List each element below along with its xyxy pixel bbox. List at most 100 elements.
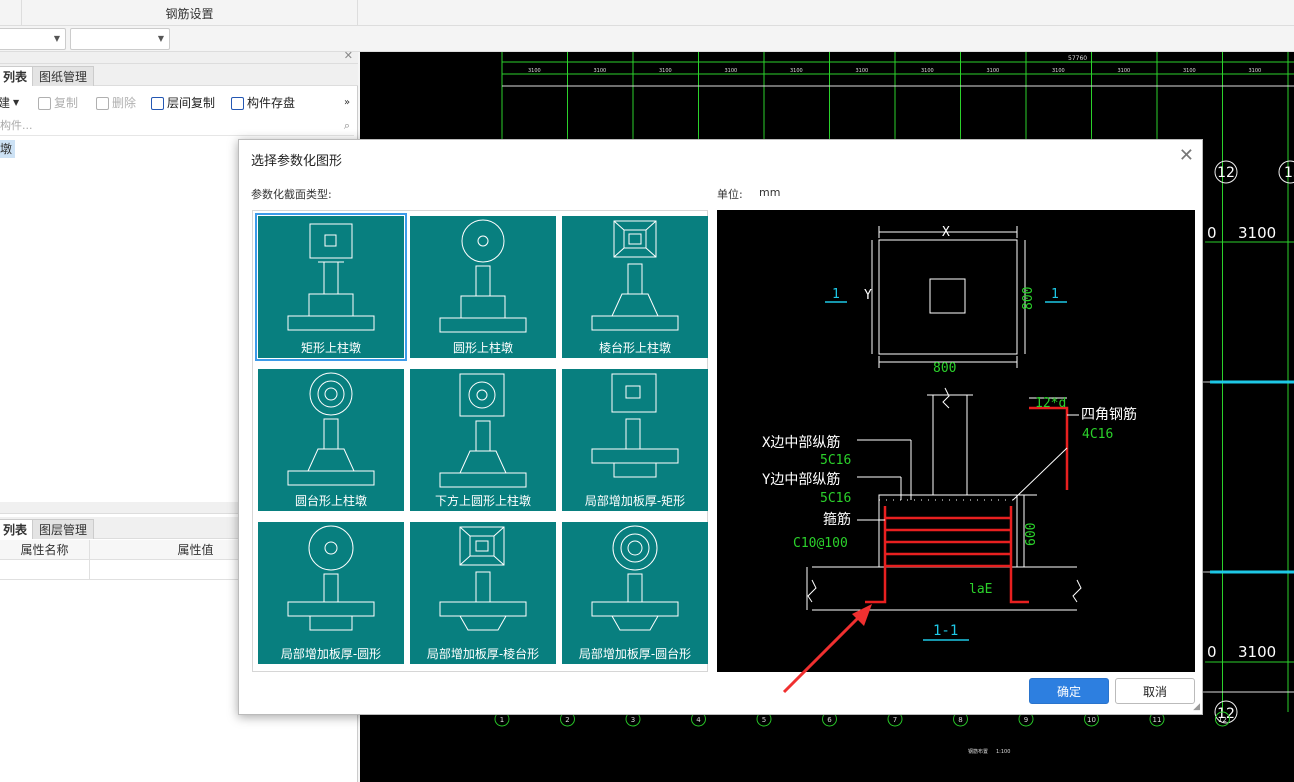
top-tabs: 列表 图纸管理 bbox=[0, 64, 358, 86]
resize-grip-icon[interactable]: ◢ bbox=[1193, 702, 1200, 712]
shape-square-circle-pier[interactable]: 下方上圆形上柱墩 bbox=[410, 369, 556, 511]
dim-segment: 3100 bbox=[659, 68, 672, 74]
y-mid-bar-spec: 5C16 bbox=[820, 491, 851, 506]
new-label: 建 bbox=[0, 96, 11, 110]
section-mark-right: 1 bbox=[1051, 287, 1059, 302]
axis-label: 7 bbox=[893, 716, 897, 724]
unit-label: 单位: bbox=[717, 188, 743, 201]
tab-blank[interactable] bbox=[0, 0, 22, 26]
floor-select[interactable]: ▼ bbox=[0, 28, 66, 50]
tree-item-column-pier[interactable]: 墩 bbox=[0, 140, 16, 158]
floor-copy-label: 层间复制 bbox=[167, 96, 216, 110]
axis-label: 1 bbox=[500, 716, 504, 724]
confirm-button[interactable]: 确定 bbox=[1029, 678, 1109, 704]
preview-drawing: X Y 800 800 1 1 12*d 四角钢筋 4C16 X边中部纵筋 5C… bbox=[762, 225, 1137, 641]
tab-rebar-settings-label: 钢筋设置 bbox=[165, 7, 214, 21]
bottom-note-label: 钢筋布置 bbox=[968, 748, 988, 755]
shape-caption: 圆形上柱墩 bbox=[452, 341, 513, 355]
close-icon[interactable]: ✕ bbox=[344, 49, 353, 62]
shape-circle-pier[interactable]: 圆形上柱墩 bbox=[410, 216, 556, 358]
component-save-label: 构件存盘 bbox=[247, 96, 296, 110]
shape-cone-pier[interactable]: 圆台形上柱墩 bbox=[258, 369, 404, 511]
cancel-button[interactable]: 取消 bbox=[1115, 678, 1195, 704]
frustum-pier-icon bbox=[591, 220, 679, 331]
component-save-button[interactable]: 构件存盘 bbox=[231, 94, 295, 112]
copy-label: 复制 bbox=[54, 96, 79, 110]
prop-name-cell bbox=[0, 560, 90, 580]
dim-0-top: 0 bbox=[1207, 224, 1217, 242]
section-type-label: 参数化截面类型: bbox=[251, 188, 332, 201]
tab-label: 列表 bbox=[3, 523, 28, 537]
dim-segment: 3100 bbox=[1183, 68, 1196, 74]
shape-local-thicken-rect[interactable]: 局部增加板厚-矩形 bbox=[562, 369, 708, 511]
tab-property-list[interactable]: 列表 bbox=[0, 519, 35, 539]
component-toolbar: 建 ▼ 复制 删除 层间复制 构件存盘 » bbox=[0, 90, 358, 116]
cone-pier-icon bbox=[287, 372, 375, 486]
chevron-down-icon: ▼ bbox=[53, 34, 60, 43]
shape-frustum-pier[interactable]: 棱台形上柱墩 bbox=[562, 216, 708, 358]
axis-label: 11 bbox=[1153, 716, 1162, 724]
shape-caption: 局部增加板厚-圆形 bbox=[280, 647, 382, 661]
x-mid-bar-label: X边中部纵筋 bbox=[762, 434, 840, 451]
rect-pier-icon bbox=[287, 223, 375, 331]
dim-segment: 3100 bbox=[987, 68, 1000, 74]
trash-icon bbox=[96, 96, 109, 110]
stirrup-label: 箍筋 bbox=[823, 511, 851, 528]
search-icon[interactable]: ⌕ bbox=[344, 116, 350, 136]
plan-dim-800-right: 800 bbox=[1021, 287, 1036, 310]
tab-rebar-settings[interactable]: 钢筋设置 bbox=[22, 0, 358, 26]
shape-caption: 局部增加板厚-圆台形 bbox=[578, 647, 692, 661]
tab-component-list[interactable]: 列表 bbox=[0, 66, 35, 86]
dim-segment: 3100 bbox=[594, 68, 607, 74]
shape-caption: 棱台形上柱墩 bbox=[598, 341, 671, 355]
tab-label: 列表 bbox=[3, 70, 28, 84]
dim-segment: 3100 bbox=[1249, 68, 1262, 74]
shape-caption: 圆台形上柱墩 bbox=[294, 494, 367, 508]
tab-label: 图层管理 bbox=[39, 523, 88, 537]
section-name: 1-1 bbox=[933, 623, 958, 639]
dim-0-bottom: 0 bbox=[1207, 643, 1217, 661]
unit-value: mm bbox=[759, 186, 781, 199]
save-icon bbox=[231, 96, 244, 110]
local-thicken-rect-icon bbox=[591, 373, 679, 478]
circle-pier-icon bbox=[439, 219, 527, 333]
local-thicken-circle-icon bbox=[287, 525, 375, 631]
copy-button[interactable]: 复制 bbox=[38, 94, 78, 112]
axis-label: 5 bbox=[762, 716, 766, 724]
shape-local-thicken-circle[interactable]: 局部增加板厚-圆形 bbox=[258, 522, 404, 664]
close-icon[interactable]: ✕ bbox=[1179, 147, 1194, 165]
component-type-select[interactable]: ▼ bbox=[70, 28, 170, 50]
axis-label-12: 12 bbox=[1217, 165, 1235, 181]
shape-local-thicken-cone[interactable]: 局部增加板厚-圆台形 bbox=[562, 522, 708, 664]
tab-drawing-manage[interactable]: 图纸管理 bbox=[32, 66, 95, 86]
search-placeholder: 构件... bbox=[0, 119, 33, 132]
dialog-title: 选择参数化图形 bbox=[251, 154, 343, 169]
shape-preview: X Y 800 800 1 1 12*d 四角钢筋 4C16 X边中部纵筋 5C… bbox=[717, 210, 1195, 672]
axis-label: 3 bbox=[631, 716, 635, 724]
copy-icon bbox=[38, 96, 51, 110]
plan-y-label: Y bbox=[864, 288, 872, 303]
dim-segment: 3100 bbox=[1052, 68, 1065, 74]
local-thicken-frustum-icon bbox=[439, 526, 527, 631]
tree-item-label: 墩 bbox=[0, 142, 13, 156]
floor-copy-button[interactable]: 层间复制 bbox=[151, 94, 215, 112]
panel-header: ✕ bbox=[0, 49, 358, 64]
section-mark-left: 1 bbox=[832, 287, 840, 302]
delete-label: 删除 bbox=[112, 96, 137, 110]
axis-label-13: 13 bbox=[1284, 165, 1294, 181]
shape-rect-pier[interactable]: 矩形上柱墩 bbox=[255, 213, 407, 361]
dim-segment: 3100 bbox=[921, 68, 934, 74]
selector-row: ▼ ▼ bbox=[0, 26, 1294, 52]
tab-layer-manage[interactable]: 图层管理 bbox=[32, 519, 95, 539]
more-button[interactable]: » bbox=[344, 94, 350, 112]
local-thicken-cone-icon bbox=[591, 525, 679, 631]
shape-local-thicken-frustum[interactable]: 局部增加板厚-棱台形 bbox=[410, 522, 556, 664]
top-tab-bar: 钢筋设置 bbox=[0, 0, 1294, 26]
dim-600: 600 bbox=[1024, 523, 1039, 546]
axis-label: 10 bbox=[1087, 716, 1096, 724]
new-button[interactable]: 建 ▼ bbox=[0, 94, 19, 112]
search-input[interactable]: 构件... ⌕ bbox=[0, 116, 354, 136]
shape-caption: 矩形上柱墩 bbox=[300, 341, 361, 355]
corner-bar-spec: 4C16 bbox=[1082, 427, 1113, 442]
delete-button[interactable]: 删除 bbox=[96, 94, 136, 112]
